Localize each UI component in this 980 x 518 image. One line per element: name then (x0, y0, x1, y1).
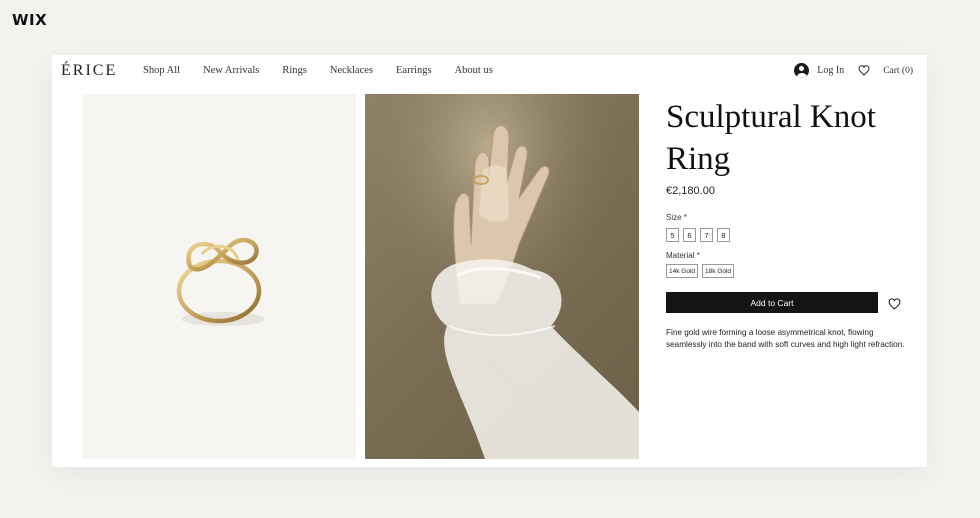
add-to-cart-button[interactable]: Add to Cart (666, 292, 878, 313)
size-option-8[interactable]: 8 (717, 228, 730, 242)
login-label: Log In (817, 65, 845, 76)
wix-logo: WIX (12, 11, 48, 29)
heart-icon (858, 65, 870, 76)
cart-label: Cart (0) (883, 65, 913, 76)
site-preview-card: ÉRICE Shop All New Arrivals Rings Neckla… (52, 55, 927, 467)
nav-new-arrivals[interactable]: New Arrivals (203, 65, 259, 76)
size-label: Size * (666, 213, 687, 222)
material-option-14k[interactable]: 14k Gold (666, 264, 699, 278)
nav-necklaces[interactable]: Necklaces (330, 65, 373, 76)
header-actions: Log In Cart (0) (794, 63, 913, 78)
size-option-5[interactable]: 5 (666, 228, 679, 242)
heart-icon (888, 298, 901, 310)
product-title: Sculptural Knot Ring (666, 99, 876, 177)
brand-logo[interactable]: ÉRICE (61, 62, 117, 80)
wishlist-nav-button[interactable] (858, 65, 870, 76)
product-description: Fine gold wire forming a loose asymmetri… (666, 328, 905, 349)
site-header: ÉRICE Shop All New Arrivals Rings Neckla… (52, 55, 927, 87)
material-selector: 14k Gold 18k Gold (666, 264, 738, 278)
product-image-ring[interactable] (82, 94, 356, 459)
nav-rings[interactable]: Rings (282, 65, 307, 76)
size-option-7[interactable]: 7 (700, 228, 713, 242)
nav-about-us[interactable]: About us (455, 65, 493, 76)
size-selector: 5 6 7 8 (666, 228, 734, 242)
add-to-wishlist-button[interactable] (888, 297, 901, 315)
nav-shop-all[interactable]: Shop All (143, 65, 180, 76)
size-option-6[interactable]: 6 (683, 228, 696, 242)
main-navigation: Shop All New Arrivals Rings Necklaces Ea… (143, 65, 516, 76)
product-price: €2,180.00 (666, 185, 715, 197)
nav-earrings[interactable]: Earrings (396, 65, 432, 76)
material-option-18k[interactable]: 18k Gold (702, 264, 735, 278)
gold-knot-ring-illustration (176, 237, 265, 326)
material-label: Material * (666, 251, 700, 260)
product-image-model[interactable] (365, 94, 639, 459)
cart-button[interactable]: Cart (0) (883, 66, 913, 76)
login-button[interactable]: Log In (794, 63, 844, 78)
model-hand-illustration (365, 94, 639, 459)
user-avatar-icon (794, 63, 810, 78)
